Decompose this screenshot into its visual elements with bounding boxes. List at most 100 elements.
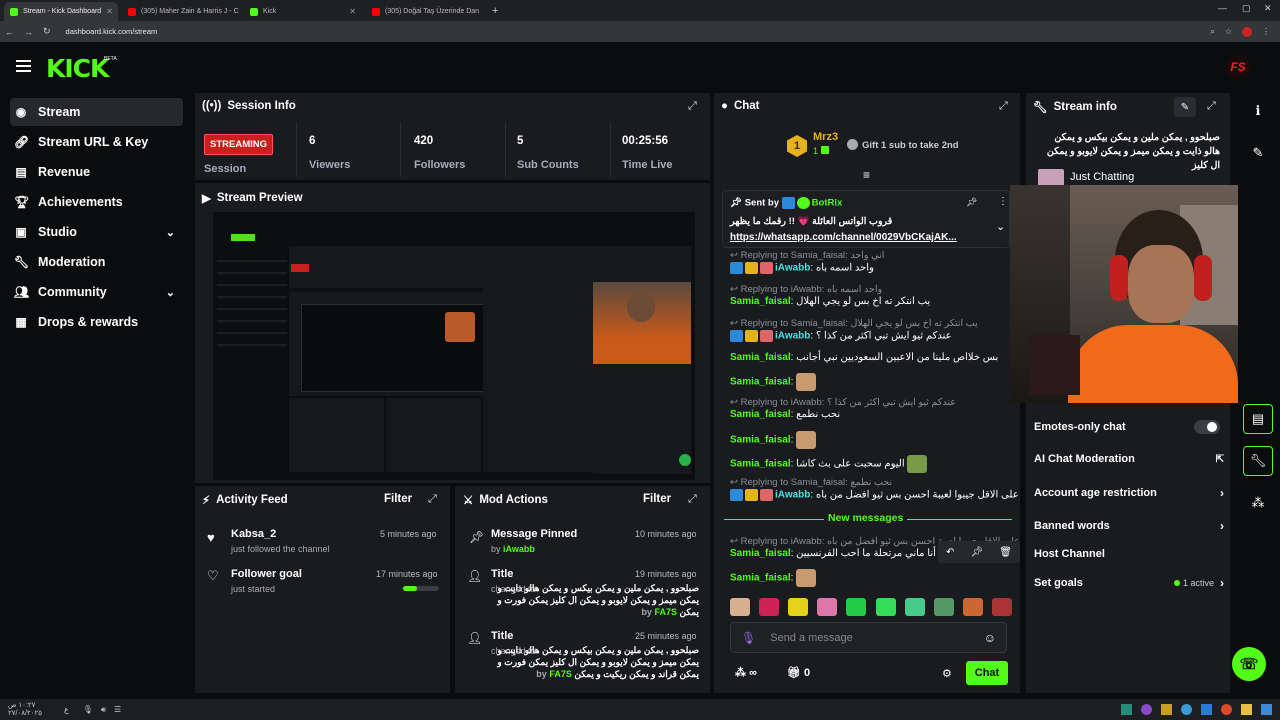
chat-message[interactable]: Samia_faisal: <box>730 569 817 587</box>
more-options-icon[interactable]: ⋮ <box>998 196 1008 207</box>
profile-icon[interactable] <box>1242 26 1252 37</box>
bookmark-star-icon[interactable]: ☆ <box>1225 27 1232 36</box>
browser-menu-icon[interactable]: ⋮ <box>1262 27 1270 36</box>
browser-tab[interactable]: (305) Doğal Taş Üzerinde Dan✕ <box>366 2 484 21</box>
expand-icon[interactable]: ⤢ <box>688 493 697 506</box>
app-icon[interactable] <box>1201 704 1212 715</box>
start-icon[interactable] <box>1261 704 1272 715</box>
set-goals-row[interactable]: Set goals 1 active › <box>1034 576 1224 590</box>
emote-option[interactable] <box>933 598 954 616</box>
banned-words-row[interactable]: Banned words › <box>1034 519 1224 533</box>
sidebar-item-stream-url[interactable]: 🔗︎ Stream URL & Key <box>10 128 183 156</box>
maximize-button[interactable]: ▢ <box>1242 3 1251 14</box>
app-icon[interactable] <box>1181 704 1192 715</box>
browser-tab[interactable]: Kick ✕ <box>244 2 362 21</box>
sidebar-item-studio[interactable]: ▣ Studio ⌄ <box>10 218 183 246</box>
pencil-icon[interactable]: ✎ <box>1243 138 1273 168</box>
sidebar-item-drops[interactable]: ▦ Drops & rewards <box>10 308 183 336</box>
chat-message[interactable]: Samia_faisal: الصدق أنا ماني مرتحلة ما ا… <box>730 548 966 559</box>
channel-points[interactable]: ⁂ ∞ <box>735 666 757 679</box>
chat-message[interactable]: Samia_faisal: نحب نطمع <box>730 409 840 420</box>
delete-icon[interactable]: 🗑︎ <box>999 547 1012 558</box>
forward-icon[interactable]: → <box>24 27 33 37</box>
sidebar-item-achievements[interactable]: 🏆︎ Achievements <box>10 188 183 216</box>
expand-icon[interactable]: ⤢ <box>999 100 1008 113</box>
sidebar-item-moderation[interactable]: 🔧︎ Moderation <box>10 248 183 276</box>
back-icon[interactable]: ← <box>5 27 14 37</box>
emotes-only-toggle-row[interactable]: Emotes-only chat <box>1034 420 1224 434</box>
chat-message[interactable]: iAwabb: واحد اسمه باه <box>730 262 874 274</box>
info-icon[interactable]: ℹ <box>1243 96 1273 126</box>
expand-icon[interactable]: ⤢ <box>688 100 697 113</box>
zoom-icon[interactable]: ⌕ <box>1210 27 1214 37</box>
microphone-icon[interactable]: 🎙︎ <box>83 705 93 714</box>
host-channel-row[interactable]: Host Channel <box>1034 548 1224 560</box>
emote-option[interactable] <box>962 598 983 616</box>
chat-input-box[interactable]: 🎙︎ Send a message ☺ <box>730 622 1007 653</box>
rewards-count[interactable]: 🎁︎ 0 <box>787 666 810 679</box>
sidebar-item-stream[interactable]: ◉ Stream <box>10 98 183 126</box>
community-icon[interactable]: ⁂ <box>1243 488 1273 518</box>
support-button[interactable]: ☏ <box>1232 647 1266 681</box>
account-age-row[interactable]: Account age restriction › <box>1034 486 1224 500</box>
url-input[interactable]: dashboard.kick.com/stream <box>66 27 158 36</box>
kick-logo[interactable]: KICK <box>46 54 109 83</box>
close-tab-icon[interactable]: ✕ <box>349 7 356 16</box>
emote-option[interactable] <box>846 598 867 616</box>
language-indicator[interactable]: ع <box>64 705 69 714</box>
emote-option[interactable] <box>730 598 750 616</box>
send-chat-button[interactable]: Chat <box>966 661 1008 685</box>
emote-option[interactable] <box>904 598 925 616</box>
emote-option[interactable] <box>759 598 780 616</box>
reply-icon[interactable]: ↶ <box>946 547 954 558</box>
pin-icon[interactable]: 📌︎ <box>970 547 983 558</box>
new-tab-button[interactable]: + <box>492 5 498 17</box>
chevron-down-icon[interactable]: ⌄ <box>996 220 1005 233</box>
chat-message[interactable]: Samia_faisal: بس خلااص ملينا من الاعبين … <box>730 352 998 363</box>
volume-icon[interactable]: 🔊︎ <box>101 705 106 715</box>
microphone-icon[interactable]: 🎙︎ <box>741 631 756 645</box>
gear-icon[interactable]: ⚙ <box>942 667 952 680</box>
chat-message[interactable]: iAwabb: على الاقل جيبوا لعيبة احسن بس ثي… <box>730 489 1019 501</box>
pinned-link[interactable]: https://whatsapp.com/channel/0029VbCKajA… <box>730 232 957 243</box>
wifi-icon[interactable]: ☰ <box>114 705 121 714</box>
expand-icon[interactable]: ⤢ <box>428 493 437 506</box>
expand-icon[interactable]: ⤢ <box>1207 100 1216 113</box>
emote-option[interactable] <box>788 598 809 616</box>
ai-moderation-row[interactable]: AI Chat Moderation ⇱ <box>1034 453 1224 465</box>
sidebar-item-revenue[interactable]: ▤ Revenue <box>10 158 183 186</box>
chat-message[interactable]: Samia_faisal: <box>730 431 817 449</box>
gift-sub-prompt[interactable]: Gift 1 sub to take 2nd <box>862 140 959 151</box>
app-icon[interactable] <box>1141 704 1152 715</box>
stream-preview-video[interactable] <box>213 212 695 480</box>
collapse-icon[interactable]: ≡ <box>863 168 870 182</box>
top-gifter-name[interactable]: Mrz3 <box>813 131 838 143</box>
category-name[interactable]: Just Chatting <box>1070 171 1134 183</box>
unpin-icon[interactable]: 📌︎ <box>966 197 977 208</box>
close-tab-icon[interactable]: ✕ <box>106 7 113 16</box>
activity-filter-button[interactable]: Filter <box>384 493 412 505</box>
close-window-button[interactable]: ✕ <box>1264 3 1272 14</box>
reload-icon[interactable]: ↻ <box>43 26 51 37</box>
chat-message[interactable]: Samia_faisal: <box>730 373 817 391</box>
layout-icon[interactable]: ▤ <box>1243 404 1273 434</box>
emote-option[interactable] <box>875 598 896 616</box>
emoji-icon[interactable]: ☺ <box>984 631 996 645</box>
app-icon[interactable] <box>1161 704 1172 715</box>
browser-tab[interactable]: (305) Maher Zain & Harris J - C✕ <box>122 2 240 21</box>
chat-message[interactable]: Samia_faisal: اليوم سحبت على بث كاشا <box>730 455 928 473</box>
chat-message[interactable]: iAwabb: عندكم ثيو ايش تبي اكثر من كذا ؟ <box>730 330 952 342</box>
app-icon[interactable] <box>1121 704 1132 715</box>
chat-message[interactable]: Samia_faisal: يب انتكر ته اخ بس لو يجي ا… <box>730 296 930 307</box>
app-icon[interactable] <box>1241 704 1252 715</box>
edit-icon[interactable]: ✎ <box>1174 97 1196 117</box>
app-icon[interactable] <box>1221 704 1232 715</box>
menu-icon[interactable] <box>16 60 31 72</box>
chat-input[interactable]: Send a message <box>770 632 853 644</box>
browser-tab[interactable]: Stream - Kick Dashboard ✕ <box>4 2 118 21</box>
avatar[interactable]: FS <box>1226 55 1250 79</box>
minimize-button[interactable]: — <box>1218 3 1227 13</box>
mod-filter-button[interactable]: Filter <box>643 493 671 505</box>
emote-option[interactable] <box>817 598 838 616</box>
wrench-icon[interactable]: 🔧︎ <box>1243 446 1273 476</box>
